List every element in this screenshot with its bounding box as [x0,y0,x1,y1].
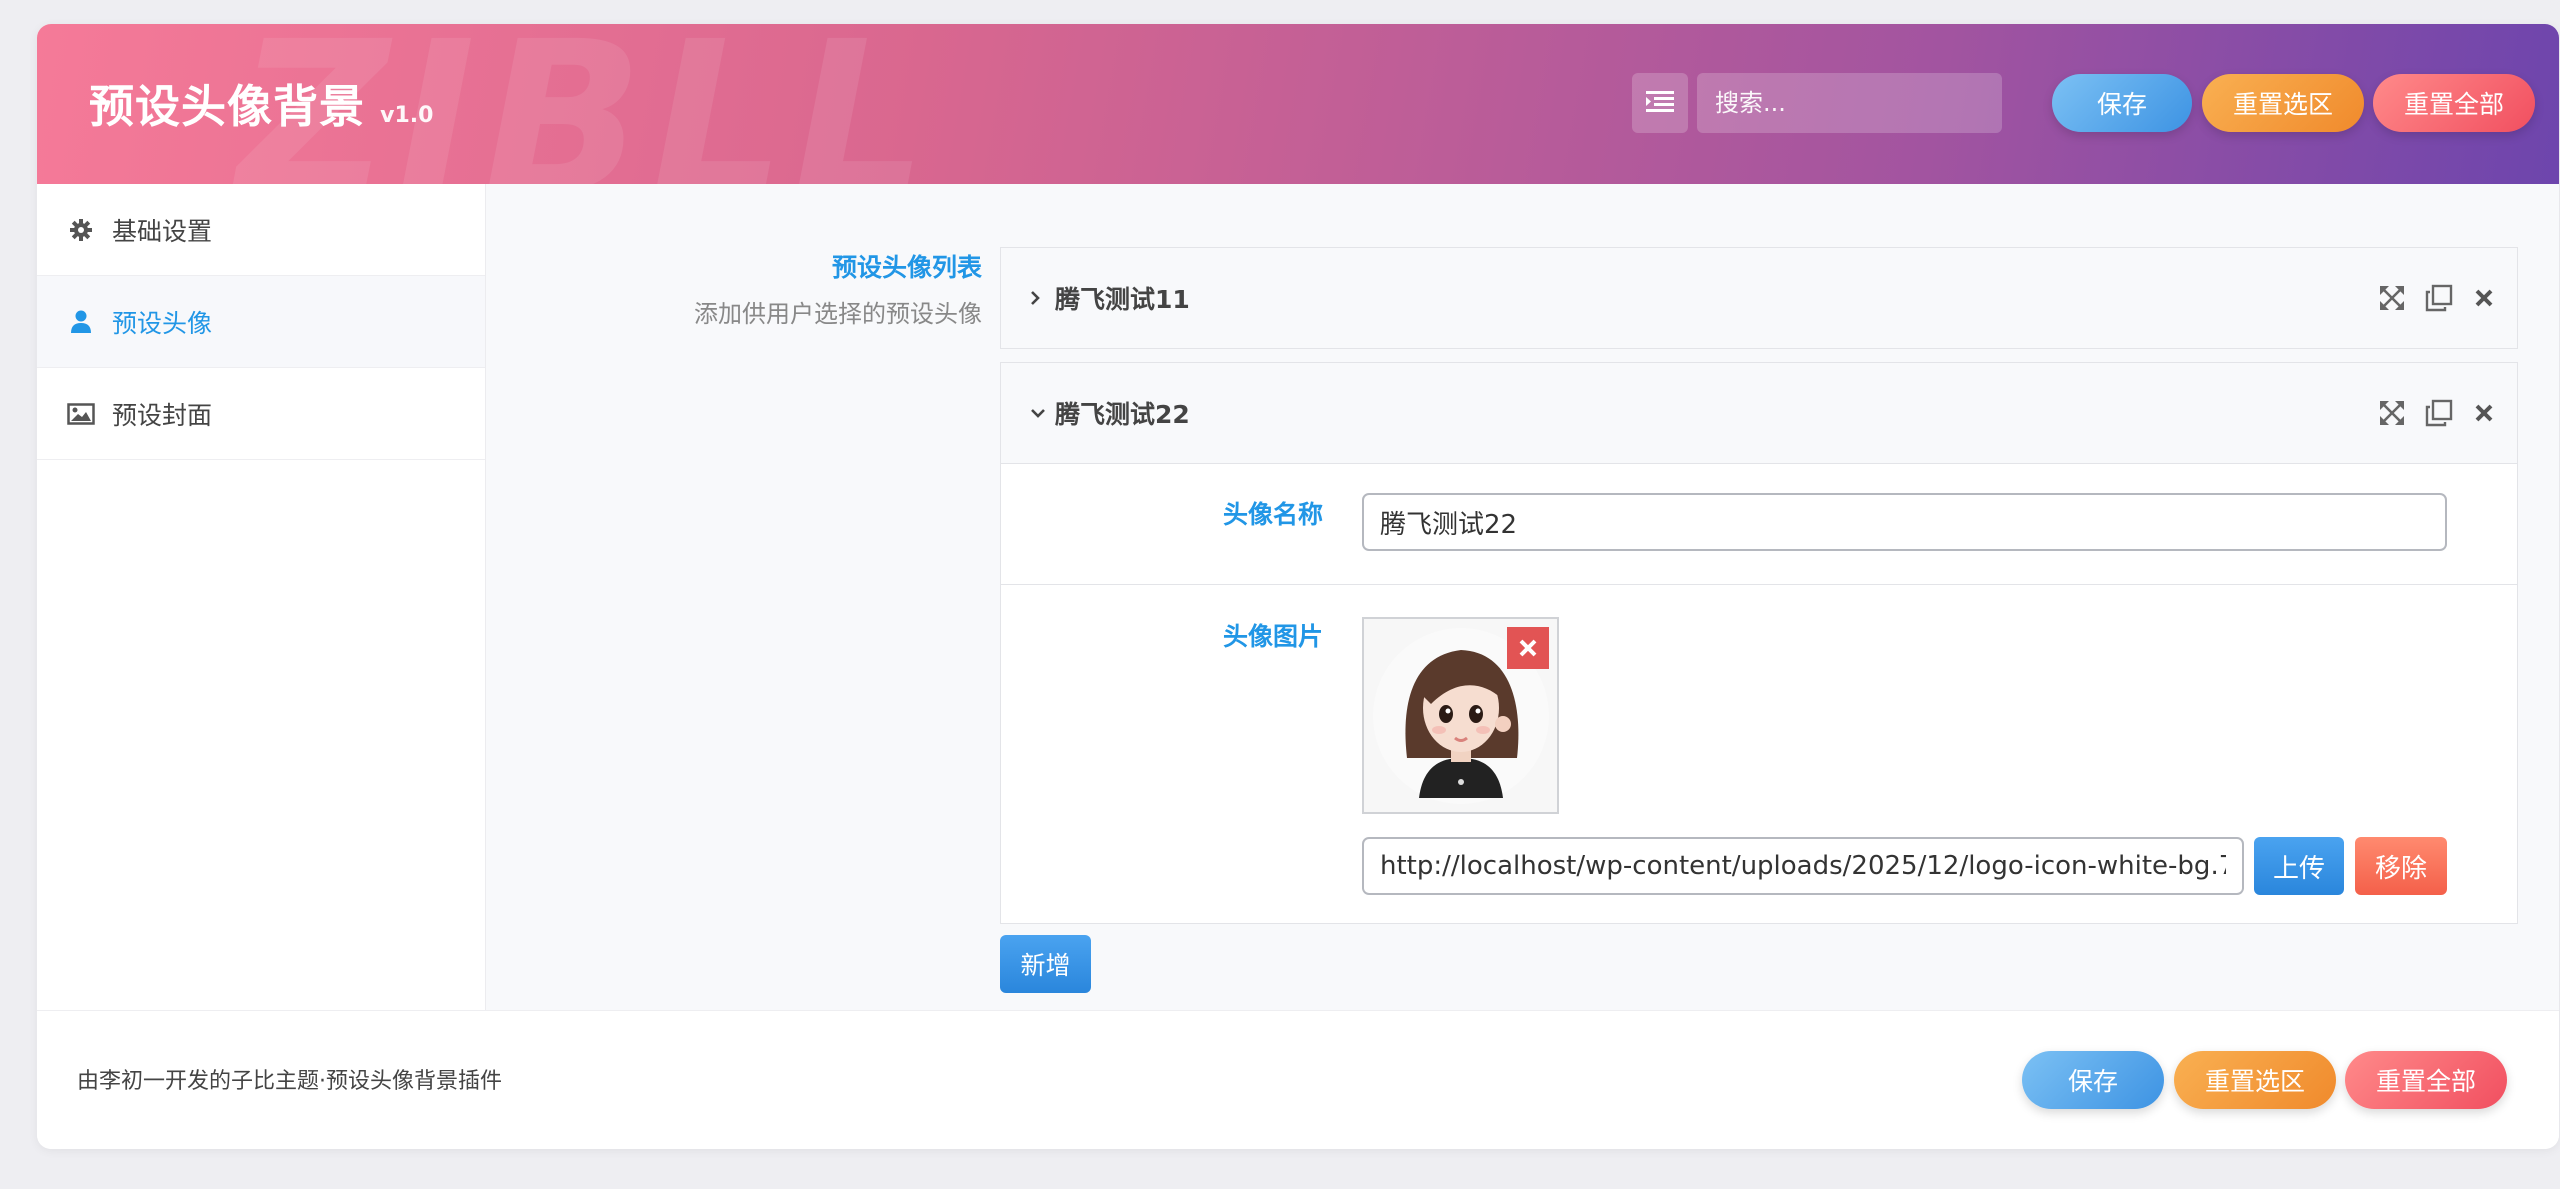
footer-credit: 由李初一开发的子比主题·预设头像背景插件 [77,1069,502,1094]
close-icon [1519,639,1537,657]
chevron-right-icon [1029,289,1047,307]
avatar-preview [1362,617,1559,814]
copy-icon[interactable] [2425,399,2453,427]
footer-reset-all-button[interactable]: 重置全部 [2345,1051,2507,1109]
avatar-image-label: 头像图片 [1222,622,1323,651]
footer: 由李初一开发的子比主题·预设头像背景插件 保存 重置选区 重置全部 [37,1010,2559,1149]
user-icon [64,310,98,334]
header: ZIBLL 预设头像背景 v1.0 保存 重置选区 重置全部 [37,24,2559,184]
footer-reset-section-button[interactable]: 重置选区 [2174,1051,2336,1109]
sidebar-item-label: 基础设置 [112,216,213,246]
add-item-button[interactable]: 新增 [1000,935,1091,993]
search-input[interactable] [1697,73,2002,133]
remove-button[interactable]: 移除 [2355,837,2447,895]
group-title: 腾飞测试11 [1055,285,1190,314]
expand-all-button[interactable] [1632,73,1688,133]
repeater-group: 腾飞测试22 头像名称 腾飞测试22 头像图片 http://localhost… [1000,362,2518,924]
footer-save-button[interactable]: 保存 [2022,1051,2164,1109]
sidebar-item-preset-avatar[interactable]: 预设头像 [37,276,485,368]
version-label: v1.0 [380,103,434,128]
upload-button[interactable]: 上传 [2254,837,2344,895]
avatar-image-row: 头像图片 http://localhost/wp-content/uploads… [1001,585,2517,923]
main-content: 预设头像列表 添加供用户选择的预设头像 腾飞测试11 腾飞测试22 头像名称 腾… [486,184,2559,1010]
page-title-wrap: 预设头像背景 v1.0 [89,70,433,135]
avatar-name-row: 头像名称 [1001,463,2517,585]
field-title: 预设头像列表 [831,253,982,282]
header-save-button[interactable]: 保存 [2052,74,2192,132]
image-url-field[interactable] [1362,837,2244,895]
sidebar-item-preset-cover[interactable]: 预设封面 [37,368,485,460]
list-menu-icon [1646,89,1674,117]
settings-panel: ZIBLL 预设头像背景 v1.0 保存 重置选区 重置全部 [37,24,2559,1149]
sidebar-item-label: 预设封面 [112,400,213,430]
close-icon[interactable] [2473,402,2495,424]
image-icon [64,402,98,425]
expand-icon[interactable] [2379,285,2405,311]
chevron-down-icon [1029,406,1047,420]
group-tools [2379,248,2495,348]
field-description: 添加供用户选择的预设头像 [694,300,982,328]
gear-icon [64,218,98,242]
group-header[interactable]: 腾飞测试22 [1001,363,2517,464]
group-header[interactable]: 腾飞测试11 [1001,248,2517,348]
close-icon[interactable] [2473,287,2495,309]
remove-image-button[interactable] [1507,627,1549,669]
header-reset-section-button[interactable]: 重置选区 [2202,74,2364,132]
expand-icon[interactable] [2379,400,2405,426]
copy-icon[interactable] [2425,284,2453,312]
page-title: 预设头像背景 [89,80,366,133]
repeater-group: 腾飞测试11 [1000,247,2518,349]
header-reset-all-button[interactable]: 重置全部 [2373,74,2535,132]
field-title-block: 预设头像列表 添加供用户选择的预设头像 [694,248,982,329]
avatar-name-field[interactable] [1362,493,2447,551]
group-tools [2379,363,2495,463]
group-title: 腾飞测试22 [1055,400,1190,429]
sidebar: 基础设置 预设头像 预设封面 [37,184,486,1010]
sidebar-item-label: 预设头像 [112,308,213,338]
avatar-name-label: 头像名称 [1222,500,1323,529]
sidebar-item-basic-settings[interactable]: 基础设置 [37,184,485,276]
